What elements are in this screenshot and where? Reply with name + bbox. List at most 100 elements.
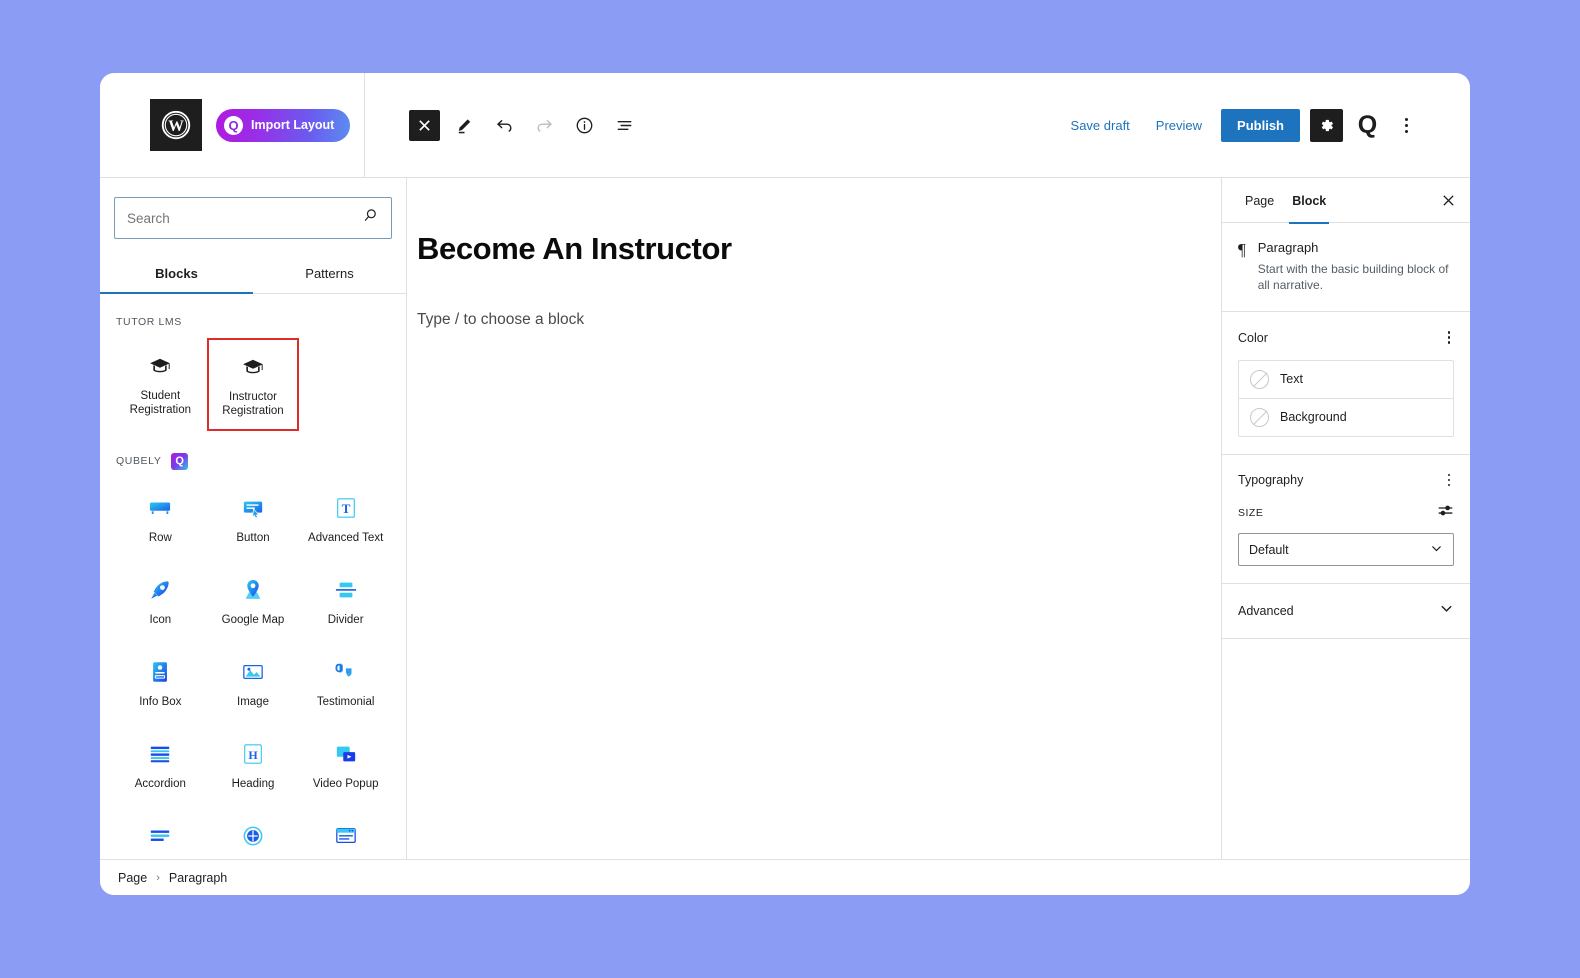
- block-item-icon[interactable]: Icon: [114, 562, 207, 640]
- font-size-select[interactable]: Default: [1238, 533, 1454, 567]
- advanced-panel[interactable]: Advanced: [1222, 584, 1470, 640]
- editor-canvas[interactable]: Become An Instructor Type / to choose a …: [407, 178, 1222, 859]
- chevron-down-icon: [1430, 542, 1443, 558]
- typography-panel-header: Typography: [1238, 470, 1454, 491]
- toolbar-divider: [364, 73, 366, 178]
- block-item-card[interactable]: [299, 808, 392, 859]
- block-item-label: Student Registration: [129, 390, 192, 417]
- preview-button[interactable]: Preview: [1143, 110, 1215, 141]
- block-item-video-popup[interactable]: Video Popup: [299, 726, 392, 804]
- block-item-globe[interactable]: [207, 808, 300, 859]
- tab-patterns[interactable]: Patterns: [253, 253, 406, 293]
- graduation-cap-icon: [149, 351, 171, 381]
- tab-page[interactable]: Page: [1236, 178, 1283, 223]
- wordpress-icon[interactable]: W: [150, 99, 202, 151]
- qubely-logo-button[interactable]: Q: [1351, 109, 1384, 142]
- svg-text:W: W: [168, 118, 184, 135]
- font-size-value: Default: [1249, 542, 1289, 557]
- block-item-image[interactable]: Image: [207, 644, 300, 722]
- heading-icon: H: [241, 739, 265, 769]
- kebab-menu-icon[interactable]: [1444, 327, 1455, 348]
- card-icon: [333, 821, 359, 851]
- publish-button[interactable]: Publish: [1221, 108, 1300, 142]
- block-card-description: Start with the basic building block of a…: [1257, 262, 1449, 293]
- desktop-background: W Q Import Layout Save draft Preview Pub…: [0, 0, 1580, 978]
- svg-text:T: T: [341, 501, 350, 516]
- color-option-label: Text: [1280, 372, 1303, 387]
- toolbar-icon-group: [409, 109, 640, 141]
- chevron-down-icon: [1439, 601, 1454, 621]
- block-item-label: Button: [236, 531, 270, 544]
- sliders-icon[interactable]: [1437, 502, 1454, 524]
- color-panel: Color Text Background: [1222, 312, 1470, 455]
- block-item-button[interactable]: Button: [207, 480, 300, 558]
- map-pin-icon: [241, 575, 265, 605]
- gear-icon[interactable]: [1310, 108, 1343, 142]
- search-input[interactable]: [127, 210, 362, 226]
- inserter-scroll-area[interactable]: TUTOR LMS Student Registration Instructo…: [100, 294, 406, 859]
- video-popup-icon: [333, 739, 359, 769]
- kebab-menu-icon[interactable]: [1392, 109, 1420, 142]
- block-grid-spacer: [299, 338, 392, 431]
- block-item-info-box[interactable]: Info Box: [114, 644, 207, 722]
- settings-tab-bar: Page Block: [1222, 178, 1470, 224]
- block-item-google-map[interactable]: Google Map: [207, 562, 300, 640]
- color-option-background[interactable]: Background: [1239, 397, 1453, 436]
- save-draft-button[interactable]: Save draft: [1058, 110, 1143, 141]
- quote-icon: [334, 657, 358, 687]
- search-box[interactable]: [114, 197, 392, 239]
- no-color-swatch-icon: [1250, 407, 1269, 427]
- color-panel-header: Color: [1238, 327, 1454, 348]
- category-label-qubely: QUBELY Q: [116, 452, 392, 470]
- redo-arrow-icon: [529, 110, 560, 141]
- block-item-advanced-text[interactable]: T Advanced Text: [299, 480, 392, 558]
- breadcrumb-paragraph[interactable]: Paragraph: [169, 871, 227, 885]
- selected-block-card: ¶ Paragraph Start with the basic buildin…: [1222, 223, 1470, 313]
- undo-arrow-icon[interactable]: [489, 110, 520, 141]
- block-item-accordion[interactable]: Accordion: [114, 726, 207, 804]
- list-view-icon[interactable]: [609, 110, 640, 141]
- import-layout-button[interactable]: Q Import Layout: [216, 108, 351, 142]
- row-icon: [147, 493, 173, 523]
- close-icon[interactable]: [409, 109, 441, 141]
- pencil-icon[interactable]: [449, 110, 480, 141]
- color-option-label: Background: [1280, 410, 1347, 425]
- tab-block[interactable]: Block: [1283, 178, 1335, 224]
- block-item-student-registration[interactable]: Student Registration: [114, 338, 207, 431]
- typography-panel-title: Typography: [1238, 473, 1304, 488]
- block-item-label: Video Popup: [312, 777, 379, 790]
- paragraph-block-placeholder[interactable]: Type / to choose a block: [417, 311, 1047, 329]
- tab-blocks[interactable]: Blocks: [100, 253, 253, 294]
- color-option-text[interactable]: Text: [1239, 361, 1453, 398]
- block-item-label: Instructor Registration: [222, 391, 284, 418]
- font-size-label: SIZE: [1238, 507, 1264, 520]
- block-item-label: Advanced Text: [308, 531, 384, 544]
- toolbar-right-group: Save draft Preview Publish Q: [1058, 108, 1420, 142]
- page-title[interactable]: Become An Instructor: [417, 230, 1047, 267]
- block-item-label: Icon: [149, 613, 172, 626]
- close-icon[interactable]: [1434, 186, 1462, 214]
- advanced-text-icon: T: [334, 493, 358, 523]
- category-title: TUTOR LMS: [116, 316, 182, 328]
- svg-text:H: H: [248, 748, 258, 762]
- info-box-icon: [148, 657, 172, 687]
- block-item-divider[interactable]: Divider: [299, 562, 392, 640]
- block-card-text: Paragraph Start with the basic building …: [1258, 240, 1454, 293]
- block-item-list-lines[interactable]: [114, 808, 207, 859]
- kebab-menu-icon[interactable]: [1444, 470, 1455, 491]
- block-item-label: Testimonial: [316, 695, 375, 708]
- breadcrumb-page[interactable]: Page: [118, 871, 147, 885]
- block-item-heading[interactable]: H Heading: [207, 726, 300, 804]
- color-panel-title: Color: [1238, 330, 1268, 345]
- rocket-icon: [148, 575, 172, 605]
- block-item-testimonial[interactable]: Testimonial: [299, 644, 392, 722]
- info-icon[interactable]: [569, 110, 600, 141]
- graduation-cap-icon: [242, 352, 264, 382]
- block-item-label: Google Map: [221, 613, 285, 626]
- block-item-row[interactable]: Row: [114, 480, 207, 558]
- block-item-instructor-registration[interactable]: Instructor Registration: [206, 338, 300, 431]
- button-icon: [240, 493, 266, 523]
- category-label-tutor-lms: TUTOR LMS: [116, 316, 392, 328]
- list-lines-icon: [147, 821, 173, 851]
- block-item-label: Heading: [231, 777, 275, 790]
